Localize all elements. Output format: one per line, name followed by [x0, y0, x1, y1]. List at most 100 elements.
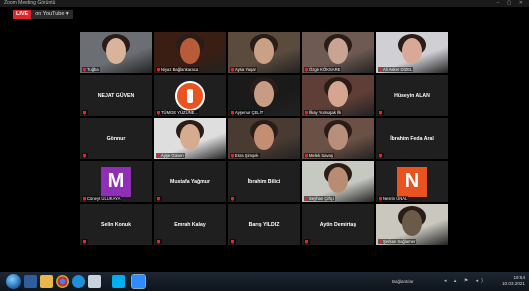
muted-mic-icon: [157, 110, 160, 115]
participant-tile[interactable]: Aysa Yaşar: [228, 32, 300, 73]
participant-tile[interactable]: Seyhan Çiftçi: [302, 161, 374, 202]
muted-mic-icon: [83, 67, 86, 72]
window-controls[interactable]: – ▢ ✕: [497, 0, 526, 7]
participant-face: [254, 124, 274, 150]
participant-label-text: Cüneyt ULUKAYA: [87, 196, 121, 201]
participant-name: Aytin Demirtaş: [319, 221, 357, 228]
muted-mic-icon: [157, 67, 160, 72]
participant-face: [328, 167, 348, 193]
live-badge: LIVE: [13, 10, 32, 19]
participant-tile[interactable]: N Nesrin ÜNAL: [376, 161, 448, 202]
participant-label: Niyaz Bağlankaraca: [156, 67, 200, 72]
participant-tile[interactable]: Emrah Kalay: [154, 204, 226, 245]
participant-tile[interactable]: Mustafa Yağmur: [154, 161, 226, 202]
participant-tile[interactable]: İbrahim Bilici: [228, 161, 300, 202]
participant-name: NEJAT GÜVEN: [97, 92, 135, 99]
participant-name: Mustafa Yağmur: [170, 178, 210, 185]
participant-tile[interactable]: NEJAT GÜVEN: [80, 75, 152, 116]
participant-label-text: Ayşe Güven: [161, 153, 184, 158]
participant-name: Hüseyin ALAN: [394, 92, 430, 99]
participant-tile[interactable]: Özge KÖKSARE: [302, 32, 374, 73]
participant-label-text: Niyaz Bağlankaraca: [161, 67, 199, 72]
window-titlebar: Zoom Meeting Görüntü – ▢ ✕: [0, 0, 529, 7]
participant-label-text: Esra Şimşek: [235, 153, 259, 158]
muted-mic-icon: [157, 196, 160, 201]
participant-tile[interactable]: Tuğba: [80, 32, 152, 73]
participant-label: Tuğba: [82, 67, 100, 72]
participant-label: [304, 239, 310, 244]
gallery-grid: Tuğba Niyaz Bağlankaraca Aysa Yaşar Özge KÖ…: [80, 32, 451, 250]
participant-name: Emrah Kalay: [174, 221, 206, 228]
participant-label: Şerkan Sağlamer: [378, 239, 417, 244]
participant-tile[interactable]: Şerkan Sağlamer: [376, 204, 448, 245]
participant-tile[interactable]: Barış YILDIZ: [228, 204, 300, 245]
participant-tile[interactable]: TÜMGE YÜZÜNE...: [154, 75, 226, 116]
participant-tile[interactable]: Hüseyin ALAN: [376, 75, 448, 116]
participant-name: Barış YILDIZ: [248, 221, 280, 228]
muted-mic-icon: [83, 153, 86, 158]
zoom-taskbar-icon[interactable]: [131, 274, 146, 289]
participant-name: Selin Konuk: [101, 221, 131, 228]
muted-mic-icon: [231, 67, 234, 72]
logo-mark: [187, 88, 193, 103]
skype-icon[interactable]: [112, 275, 125, 288]
participant-face: [328, 38, 348, 64]
participant-tile[interactable]: M Cüneyt ULUKAYA: [80, 161, 152, 202]
participant-tile[interactable]: Niyaz Bağlankaraca: [154, 32, 226, 73]
muted-mic-icon: [231, 153, 234, 158]
network-links-label[interactable]: Bağlantılar: [392, 279, 414, 284]
muted-mic-icon: [305, 196, 308, 201]
participant-face: [254, 38, 274, 64]
participant-label-text: Ali Asker DİZEL: [383, 67, 413, 72]
participant-face: [402, 38, 422, 64]
participant-face: [254, 81, 274, 107]
participant-label: [230, 239, 236, 244]
windows-taskbar: Bağlantılar ◂ ▴ ⚑ ◂) 19:54 10.03.2021: [0, 272, 529, 291]
participant-label: [230, 196, 236, 201]
muted-mic-icon: [379, 196, 382, 201]
muted-mic-icon: [231, 110, 234, 115]
participant-tile[interactable]: Ayşenur ÇELİT: [228, 75, 300, 116]
participant-face: [106, 38, 126, 64]
participant-avatar: M: [101, 166, 131, 197]
participant-tile[interactable]: Ayşe Güven: [154, 118, 226, 159]
participant-tile[interactable]: Gönnur: [80, 118, 152, 159]
internet-explorer-icon[interactable]: [72, 275, 85, 288]
participant-label-text: Şerkan Sağlamer: [383, 239, 416, 244]
start-button[interactable]: [6, 274, 21, 289]
muted-mic-icon: [157, 153, 160, 158]
participant-label: Ayşe Güven: [156, 153, 185, 158]
live-indicator[interactable]: LIVE on YouTube ▾: [13, 10, 73, 19]
paint-icon[interactable]: [88, 275, 101, 288]
participant-label: [82, 239, 88, 244]
participant-tile[interactable]: Selin Konuk: [80, 204, 152, 245]
clock[interactable]: 19:54 10.03.2021: [502, 275, 525, 287]
participant-tile[interactable]: İbrahim Feda Aral: [376, 118, 448, 159]
participant-label: Özge KÖKSARE: [304, 67, 342, 72]
chrome-icon[interactable]: [56, 275, 69, 288]
participant-tile[interactable]: Esra Şimşek: [228, 118, 300, 159]
muted-mic-icon: [305, 67, 308, 72]
participant-tile[interactable]: İlkay Yumuşak İlk: [302, 75, 374, 116]
participant-face: [328, 124, 348, 150]
muted-mic-icon: [83, 239, 86, 244]
participant-tile[interactable]: Melek Savaş: [302, 118, 374, 159]
participant-label: [378, 110, 384, 115]
explorer-icon[interactable]: [24, 275, 37, 288]
live-destination-dropdown[interactable]: on YouTube ▾: [31, 10, 73, 19]
participant-tile[interactable]: Aytin Demirtaş: [302, 204, 374, 245]
participant-label: Aysa Yaşar: [230, 67, 257, 72]
tray-icons[interactable]: ◂ ▴ ⚑ ◂): [444, 278, 486, 284]
participant-tile[interactable]: Ali Asker DİZEL: [376, 32, 448, 73]
participant-label: [82, 110, 88, 115]
participant-label: Esra Şimşek: [230, 153, 260, 158]
participant-label: TÜMGE YÜZÜNE...: [156, 110, 199, 115]
participant-avatar: N: [397, 166, 427, 197]
participant-label: Seyhan Çiftçi: [304, 196, 335, 201]
participant-label: Melek Savaş: [304, 153, 334, 158]
folder-icon[interactable]: [40, 275, 53, 288]
muted-mic-icon: [231, 196, 234, 201]
participant-face: [328, 81, 348, 107]
participant-label-text: Seyhan Çiftçi: [309, 196, 334, 201]
participant-label-text: Melek Savaş: [309, 153, 333, 158]
